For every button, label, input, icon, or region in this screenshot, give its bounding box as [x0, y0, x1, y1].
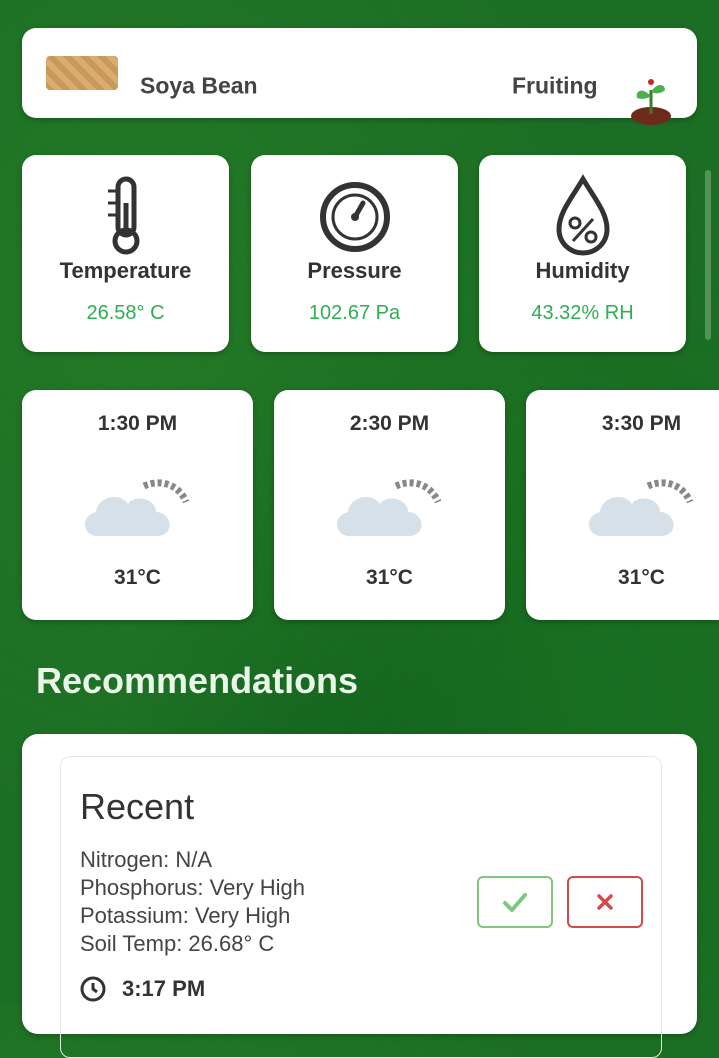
phosphorus-line: Phosphorus: Very High — [80, 875, 306, 900]
close-icon — [597, 894, 613, 910]
humidity-drop-icon — [555, 174, 610, 256]
clock-icon — [80, 976, 106, 1002]
sprout-icon — [631, 79, 671, 125]
cloud-sun-icon — [84, 479, 190, 536]
forecast-temp: 31°C — [618, 566, 665, 589]
forecast-card[interactable]: 1:30 PM 31°C — [22, 390, 253, 620]
forecast-temp: 31°C — [366, 566, 413, 589]
sensor-scrollbar[interactable] — [705, 170, 711, 340]
soil-temp-line: Soil Temp: 26.68° C — [80, 931, 275, 956]
temperature-label: Temperature — [59, 258, 192, 283]
crop-thumbnail — [46, 56, 118, 90]
recommendation-details: Nitrogen: N/A Phosphorus: Very High Pota… — [80, 846, 305, 958]
accept-button[interactable] — [477, 876, 553, 928]
forecast-time: 1:30 PM — [97, 412, 178, 435]
pressure-value: 102.67 Pa — [308, 302, 401, 324]
recommendations-heading: Recommendations — [36, 660, 359, 701]
pressure-label: Pressure — [307, 258, 402, 283]
humidity-value: 43.32% RH — [531, 302, 634, 324]
forecast-card[interactable]: 2:30 PM 31°C — [274, 390, 505, 620]
crop-header-card[interactable]: Soya Bean Fruiting — [22, 28, 697, 125]
recommendation-title: Recent — [80, 786, 195, 827]
forecast-temp: 31°C — [114, 566, 161, 589]
reject-button[interactable] — [567, 876, 643, 928]
temperature-card[interactable]: Temperature 26.58° C — [22, 155, 229, 352]
recommendation-card[interactable]: Recent Nitrogen: N/A Phosphorus: Very Hi… — [22, 734, 697, 1058]
cloud-sun-icon — [588, 479, 694, 536]
forecast-card[interactable]: 3:30 PM 31°C — [526, 390, 719, 620]
temperature-value: 26.58° C — [86, 302, 165, 324]
humidity-card[interactable]: Humidity 43.32% RH — [479, 155, 686, 352]
pressure-card[interactable]: Pressure 102.67 Pa — [251, 155, 458, 352]
potassium-line: Potassium: Very High — [80, 903, 291, 928]
gauge-icon — [319, 182, 390, 252]
humidity-label: Humidity — [535, 258, 630, 283]
recommendation-time-text: 3:17 PM — [122, 976, 206, 1001]
nitrogen-line: Nitrogen: N/A — [80, 847, 213, 872]
recommendation-timestamp: 3:17 PM — [80, 976, 205, 1002]
forecast-time: 2:30 PM — [349, 412, 430, 435]
crop-name: Soya Bean — [140, 72, 258, 99]
thermometer-icon — [107, 176, 139, 255]
crop-stage: Fruiting — [512, 72, 598, 99]
check-icon — [503, 893, 527, 912]
cloud-sun-icon — [336, 479, 442, 536]
forecast-time: 3:30 PM — [601, 412, 682, 435]
